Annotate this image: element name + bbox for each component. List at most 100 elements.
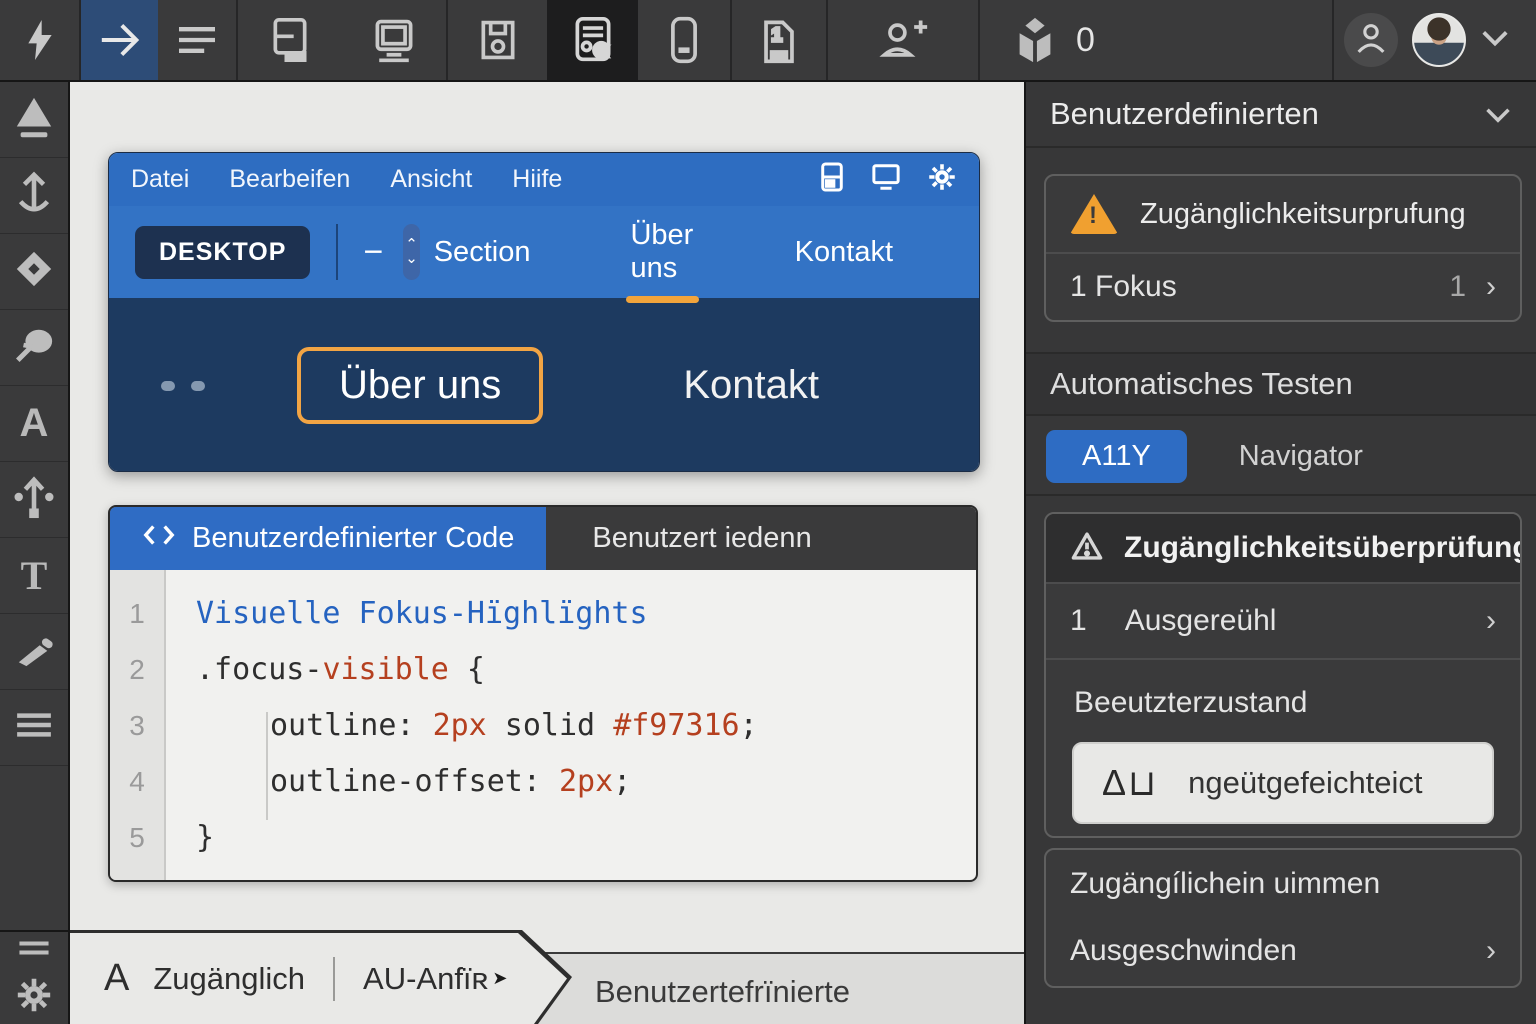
nav-link-kontakt[interactable]: Kontakt (795, 236, 893, 269)
svg-text:1: 1 (772, 24, 782, 45)
package-button[interactable]: 0 (980, 0, 1332, 80)
testing-section-header: Automatisches Testen (1026, 352, 1536, 416)
preview-link-kontakt[interactable]: Kontakt (683, 363, 819, 408)
move-arrow-icon (12, 474, 56, 525)
card-k-button[interactable]: K (547, 0, 638, 80)
state-glyph-icon: Δ⊔ (1102, 762, 1158, 804)
warning-triangle-icon (1070, 194, 1118, 234)
page-one-button[interactable]: 1 (732, 0, 826, 80)
tab-zugaenglich-group: A Zugänglich AU-Anfïʀ ➤ (70, 933, 575, 1024)
save-button[interactable] (448, 0, 547, 80)
card-k-icon: K (570, 15, 616, 65)
tab-benutzerdefinierte[interactable]: Benutzertefrïnierte (595, 974, 850, 1010)
document-split-button[interactable] (238, 0, 342, 80)
monitor-icon (370, 17, 418, 63)
menu-ansicht[interactable]: Ansicht (390, 165, 472, 194)
tool-pin[interactable] (0, 310, 68, 386)
bolt-icon (20, 18, 60, 62)
tool-expand-vertical[interactable] (0, 158, 68, 234)
user-plus-icon (877, 17, 929, 63)
code-line-3: outline: 2px solid #f97316; (196, 698, 976, 754)
nav-link-ueber-uns[interactable]: Über uns (630, 219, 694, 285)
warning-card: Zugänglichkeitsurprufung 1 Fokus 1 › (1044, 174, 1522, 322)
pen-icon (13, 630, 55, 673)
page-one-icon: 1 (758, 15, 800, 65)
cursor-icon: ➤ (492, 968, 507, 989)
user-avatar[interactable] (1412, 13, 1466, 67)
code-line-2: .focus-visible { (196, 642, 976, 698)
tab-au-anfrage[interactable]: AU-Anfïʀ (363, 961, 488, 997)
breadcrumb-section[interactable]: Section (434, 236, 531, 269)
package-count: 0 (1076, 21, 1095, 60)
menu-bearbeiten[interactable]: Bearbeifen (229, 165, 350, 194)
line-number-gutter: 1 2 3 4 5 (110, 570, 166, 882)
accessibility-a-icon: A (104, 957, 129, 1000)
left-sidebar: A T (0, 82, 70, 930)
document-split-icon (268, 16, 312, 64)
menu-lines-icon (13, 710, 55, 745)
gear-icon[interactable] (16, 977, 52, 1018)
stepper-control[interactable]: ⌃⌄ (403, 224, 419, 280)
tool-pen[interactable] (0, 614, 68, 690)
chevron-down-icon[interactable] (1480, 27, 1510, 54)
tool-text-a[interactable]: A (0, 386, 68, 462)
state-button[interactable]: Δ⊔ ngeütgefeichteict (1072, 742, 1494, 824)
tab-a11y[interactable]: A11Y (1046, 430, 1187, 483)
account-button[interactable] (1344, 13, 1398, 67)
result-count: 1 (1070, 604, 1087, 638)
list-icon[interactable] (15, 938, 53, 963)
tab-custom-code[interactable]: Benutzerdefinierter Code (110, 507, 546, 570)
collapse-minus[interactable]: − (364, 233, 384, 272)
focus-result-row[interactable]: 1 Fokus 1 › (1046, 254, 1520, 320)
device-button[interactable]: DESKTOP (135, 226, 310, 279)
right-panel-title: Benutzerdefinierten (1050, 96, 1319, 132)
page-preview: Über uns Kontakt (109, 298, 979, 472)
bolt-button[interactable] (0, 0, 79, 80)
code-line-5: } (196, 810, 976, 866)
tool-type[interactable]: T (0, 538, 68, 614)
chevron-right-icon: › (1486, 270, 1496, 304)
chevron-right-icon: › (1486, 604, 1496, 638)
code-line-4: outline-offset: 2px; (196, 754, 976, 810)
desktop-preview-button[interactable] (342, 0, 446, 80)
a11y-card: Zugänglichkeitsüberprüfung 1 Ausgereühl … (1044, 512, 1522, 838)
browser-navrow: DESKTOP − ⌃⌄ Section Über uns Kontakt (109, 206, 979, 298)
link-row-1[interactable]: Zugängílichein uimmen (1046, 850, 1520, 918)
tab-zugaenglich[interactable]: Zugänglich (153, 961, 305, 997)
chevron-right-icon: › (1486, 934, 1496, 968)
a11y-result-row[interactable]: 1 Ausgereühl › (1046, 584, 1520, 660)
warning-card-title-row: Zugänglichkeitsurprufung (1046, 176, 1520, 254)
browser-mockup: Datei Bearbeifen Ansicht Hiife DESKTOP −… (108, 152, 980, 472)
code-tabs: Benutzerdefinierter Code Benutzert ieden… (110, 507, 976, 570)
menu-datei[interactable]: Datei (131, 165, 189, 194)
arrow-forward-button[interactable] (81, 0, 158, 80)
settings-gear-icon[interactable] (927, 162, 957, 197)
phone-icon (667, 15, 701, 65)
right-panel-header[interactable]: Benutzerdefinierten (1026, 82, 1536, 148)
code-icon (142, 522, 176, 556)
tool-move[interactable] (0, 462, 68, 538)
code-panel: Benutzerdefinierter Code Benutzert ieden… (108, 505, 978, 882)
arrow-right-icon (98, 20, 142, 60)
monitor-view-icon[interactable] (871, 163, 901, 196)
add-user-button[interactable] (828, 0, 978, 80)
mobile-button[interactable] (638, 0, 730, 80)
tool-menu[interactable] (0, 690, 68, 766)
lines-button[interactable] (158, 0, 236, 80)
focused-link[interactable]: Über uns (297, 347, 543, 424)
svg-text:K: K (596, 44, 607, 60)
warning-tool-icon (13, 94, 55, 145)
tab-navigator[interactable]: Navigator (1239, 440, 1363, 473)
tab-benutzert[interactable]: Benutzert iedenn (546, 507, 857, 570)
diamond-icon (13, 248, 55, 295)
mobile-view-icon[interactable] (819, 162, 845, 197)
tool-warning[interactable] (0, 82, 68, 158)
collapse-chevron-icon[interactable] (1484, 96, 1512, 132)
tool-diamond[interactable] (0, 234, 68, 310)
code-editor[interactable]: Visuelle Fokus-Hïghlïghts .focus-visible… (166, 570, 976, 882)
letter-a-icon: A (20, 401, 49, 446)
menu-hilfe[interactable]: Hiife (512, 165, 562, 194)
link-row-2[interactable]: Ausgeschwinden › (1046, 918, 1520, 984)
browser-menubar: Datei Bearbeifen Ansicht Hiife (109, 153, 979, 206)
hamburger-icon (175, 22, 219, 58)
